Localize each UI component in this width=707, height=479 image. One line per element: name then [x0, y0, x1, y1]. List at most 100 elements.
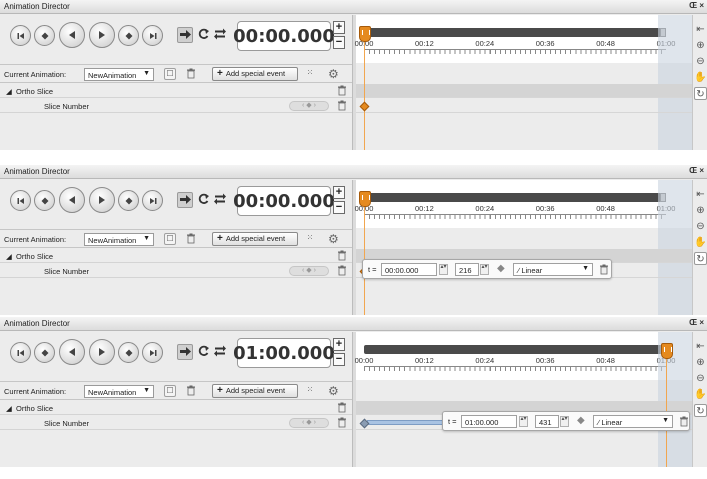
play-once-mode-button[interactable]: [177, 344, 193, 360]
delete-animation-icon[interactable]: [185, 68, 197, 80]
go-to-end-button[interactable]: [142, 190, 163, 211]
window-controls-icon[interactable]: Œ ×: [689, 318, 704, 327]
track-row[interactable]: Slice Number ‹ ◆ ›: [0, 416, 352, 430]
fit-icon[interactable]: ⇤: [694, 23, 707, 36]
delete-track-icon[interactable]: [337, 417, 347, 428]
delete-track-icon[interactable]: [337, 250, 347, 261]
next-keyframe-button[interactable]: [118, 25, 139, 46]
go-to-start-button[interactable]: [10, 342, 31, 363]
delete-animation-icon[interactable]: [185, 385, 197, 397]
expand-collapse-icon[interactable]: ◢: [6, 87, 12, 96]
slice-value-field[interactable]: 431: [535, 415, 559, 428]
playhead-handle[interactable]: [661, 343, 673, 359]
loop-mode-button[interactable]: [195, 192, 211, 208]
current-time-display[interactable]: 01:00.000: [233, 338, 335, 368]
play-forward-button[interactable]: [89, 22, 115, 48]
current-animation-select[interactable]: NewAnimation ▼: [84, 385, 154, 398]
current-animation-select[interactable]: NewAnimation ▼: [84, 233, 154, 246]
current-time-display[interactable]: 00:00.000: [233, 186, 335, 216]
playhead-handle[interactable]: [359, 191, 371, 207]
add-special-event-button[interactable]: + Add special event: [212, 67, 298, 81]
add-keyframe-icon[interactable]: ⁙: [304, 385, 316, 397]
fit-icon[interactable]: ⇤: [694, 188, 707, 201]
go-to-end-button[interactable]: [142, 25, 163, 46]
delete-track-icon[interactable]: [337, 402, 347, 413]
settings-gear-icon[interactable]: ⚙: [328, 384, 339, 398]
playhead-handle[interactable]: [359, 26, 371, 42]
delete-keyframe-icon[interactable]: [599, 264, 609, 275]
zoom-minus-button[interactable]: −: [333, 36, 345, 49]
zoom-in-icon[interactable]: ⊕: [694, 204, 707, 217]
track-group-row[interactable]: ◢ Ortho Slice: [0, 249, 352, 263]
fit-icon[interactable]: ⇤: [694, 340, 707, 353]
interpolation-select[interactable]: ∕ Linear ▼: [513, 263, 593, 276]
window-controls-icon[interactable]: Œ ×: [689, 166, 704, 175]
play-backward-button[interactable]: [59, 187, 85, 213]
ping-pong-mode-button[interactable]: [212, 192, 228, 208]
zoom-minus-button[interactable]: −: [333, 353, 345, 366]
add-keyframe-icon[interactable]: ⁙: [304, 233, 316, 245]
add-special-event-button[interactable]: + Add special event: [212, 232, 298, 246]
time-range-bar[interactable]: [364, 28, 666, 37]
prev-keyframe-button[interactable]: [34, 25, 55, 46]
go-to-start-button[interactable]: [10, 25, 31, 46]
prev-keyframe-button[interactable]: [34, 190, 55, 211]
loop-mode-button[interactable]: [195, 344, 211, 360]
next-keyframe-button[interactable]: [118, 190, 139, 211]
go-to-end-button[interactable]: [142, 342, 163, 363]
settings-gear-icon[interactable]: ⚙: [328, 232, 339, 246]
zoom-plus-button[interactable]: +: [333, 21, 345, 34]
track-row[interactable]: Slice Number ‹ ◆ ›: [0, 99, 352, 113]
keyframe-navigator[interactable]: ‹ ◆ ›: [289, 418, 329, 428]
delete-track-icon[interactable]: [337, 265, 347, 276]
expand-collapse-icon[interactable]: ◢: [6, 252, 12, 261]
value-spinner[interactable]: ▴▾: [480, 264, 489, 275]
go-to-start-button[interactable]: [10, 190, 31, 211]
time-spinner[interactable]: ▴▾: [439, 264, 448, 275]
add-special-event-button[interactable]: + Add special event: [212, 384, 298, 398]
track-group-row[interactable]: ◢ Ortho Slice: [0, 401, 352, 415]
select-tool-icon[interactable]: ↻: [694, 87, 707, 100]
loop-mode-button[interactable]: [195, 27, 211, 43]
new-animation-icon[interactable]: ☐: [164, 233, 176, 245]
add-keyframe-icon[interactable]: ⁙: [304, 68, 316, 80]
expand-collapse-icon[interactable]: ◢: [6, 404, 12, 413]
pan-hand-icon[interactable]: ✋: [694, 388, 707, 401]
new-animation-icon[interactable]: ☐: [164, 385, 176, 397]
zoom-in-icon[interactable]: ⊕: [694, 356, 707, 369]
ping-pong-mode-button[interactable]: [212, 27, 228, 43]
zoom-in-icon[interactable]: ⊕: [694, 39, 707, 52]
play-backward-button[interactable]: [59, 22, 85, 48]
zoom-minus-button[interactable]: −: [333, 201, 345, 214]
delete-keyframe-icon[interactable]: [679, 416, 689, 427]
pan-hand-icon[interactable]: ✋: [694, 236, 707, 249]
play-forward-button[interactable]: [89, 187, 115, 213]
select-tool-icon[interactable]: ↻: [694, 404, 707, 417]
time-range-bar[interactable]: [364, 193, 666, 202]
time-range-bar[interactable]: [364, 345, 666, 354]
prev-keyframe-button[interactable]: [34, 342, 55, 363]
track-group-row[interactable]: ◢ Ortho Slice: [0, 84, 352, 98]
play-once-mode-button[interactable]: [177, 192, 193, 208]
keyframe-navigator[interactable]: ‹ ◆ ›: [289, 101, 329, 111]
play-once-mode-button[interactable]: [177, 27, 193, 43]
delete-track-icon[interactable]: [337, 85, 347, 96]
current-time-display[interactable]: 00:00.000: [233, 21, 335, 51]
new-animation-icon[interactable]: ☐: [164, 68, 176, 80]
track-row[interactable]: Slice Number ‹ ◆ ›: [0, 264, 352, 278]
ping-pong-mode-button[interactable]: [212, 344, 228, 360]
zoom-out-icon[interactable]: ⊖: [694, 55, 707, 68]
slice-value-field[interactable]: 216: [455, 263, 479, 276]
keyframe-navigator[interactable]: ‹ ◆ ›: [289, 266, 329, 276]
delete-animation-icon[interactable]: [185, 233, 197, 245]
keyframe-time-field[interactable]: 00:00.000: [381, 263, 437, 276]
zoom-plus-button[interactable]: +: [333, 186, 345, 199]
keyframe-time-field[interactable]: 01:00.000: [461, 415, 517, 428]
select-tool-icon[interactable]: ↻: [694, 252, 707, 265]
play-forward-button[interactable]: [89, 339, 115, 365]
zoom-out-icon[interactable]: ⊖: [694, 220, 707, 233]
interpolation-select[interactable]: ∕ Linear ▼: [593, 415, 673, 428]
value-spinner[interactable]: ▴▾: [560, 416, 569, 427]
zoom-plus-button[interactable]: +: [333, 338, 345, 351]
current-animation-select[interactable]: NewAnimation ▼: [84, 68, 154, 81]
